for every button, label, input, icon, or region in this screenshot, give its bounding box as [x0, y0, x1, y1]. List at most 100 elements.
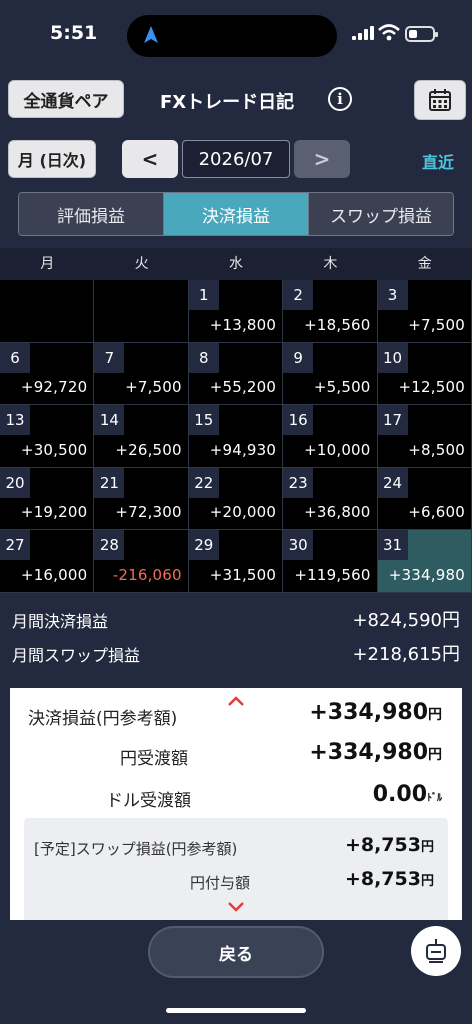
day-number: 20	[0, 467, 30, 498]
day-pnl-value: +7,500	[125, 378, 182, 396]
status-bar: 5:51	[0, 0, 472, 70]
yen-grant-value: +8,753円	[344, 868, 434, 890]
calendar-day-cell[interactable]: 16 +10,000	[283, 405, 378, 468]
calendar-day-cell[interactable]: 17 +8,500	[377, 405, 472, 468]
day-pnl-value: +13,800	[209, 315, 277, 334]
day-number: 6	[0, 342, 30, 373]
tab-swap-pnl[interactable]: スワップ損益	[309, 193, 453, 235]
monthly-swap-label: 月間スワップ損益	[12, 646, 141, 665]
calendar-day-cell[interactable]: 28 -216,060	[94, 530, 189, 593]
monthly-swap-row: 月間スワップ損益 +218,615円	[0, 636, 472, 670]
day-pnl-value: +55,200	[209, 378, 277, 396]
dynamic-island	[127, 15, 337, 57]
day-pnl-value: +30,500	[20, 440, 88, 459]
day-pnl-value: +26,500	[115, 440, 182, 459]
day-number: 15	[188, 405, 219, 435]
day-number: 23	[283, 467, 314, 498]
day-number: 3	[377, 280, 408, 310]
period-button[interactable]: 月 (日次)	[8, 140, 96, 178]
weekday-thu: 木	[323, 256, 338, 272]
day-detail-panel[interactable]: 決済損益(円参考額) +334,980円 円受渡額 +334,980円 ドル受渡…	[10, 688, 462, 920]
day-pnl-value: -216,060	[112, 565, 182, 584]
day-number: 9	[283, 342, 314, 373]
day-number: 28	[94, 530, 125, 560]
calendar-day-cell[interactable]: 22 +20,000	[188, 467, 284, 530]
yen-transfer-value: +334,980円	[309, 740, 442, 765]
calendar-day-cell[interactable]: 29 +31,500	[188, 530, 284, 593]
day-pnl-value: +334,980	[388, 565, 465, 584]
tab-unrealized-pnl[interactable]: 評価損益	[19, 193, 164, 235]
calendar-day-cell[interactable]: 1 +13,800	[188, 280, 284, 343]
day-pnl-value: +94,930	[209, 440, 277, 459]
calendar-icon	[429, 89, 451, 111]
calendar-day-cell[interactable]: 8 +55,200	[188, 342, 284, 405]
tab-settlement-pnl[interactable]: 決済損益	[164, 193, 309, 235]
chat-icon	[426, 939, 446, 963]
calendar-day-cell[interactable]: 30 +119,560	[283, 530, 378, 593]
swap-label: [予定]スワップ損益(円参考額)	[34, 840, 238, 858]
calendar-day-cell[interactable]: 24 +6,600	[377, 467, 472, 530]
yen-transfer-label: 円受渡額	[120, 749, 188, 769]
page-title: FXトレード日記	[160, 92, 295, 113]
info-icon[interactable]: i	[328, 87, 352, 111]
day-number: 29	[188, 530, 219, 560]
day-number: 8	[188, 342, 219, 373]
calendar-day-cell[interactable]: 21 +72,300	[94, 467, 189, 530]
day-number: 24	[377, 467, 408, 498]
chat-button[interactable]	[411, 926, 461, 976]
prev-month-button[interactable]: <	[122, 140, 178, 178]
day-number: 21	[94, 467, 125, 498]
day-pnl-value: +31,500	[209, 565, 277, 584]
calendar-day-cell[interactable]: 10 +12,500	[377, 342, 472, 405]
screen: 5:51 全通貨ペア FXトレード日記 i 月 (日次) < 2026/07 >…	[0, 0, 472, 1024]
home-indicator	[166, 1008, 306, 1013]
yen-grant-label: 円付与額	[190, 874, 251, 892]
day-number: 2	[283, 280, 314, 310]
calendar-day-cell[interactable]: 27 +16,000	[0, 530, 95, 593]
day-pnl-value: +8,500	[408, 440, 465, 459]
calendar-day-cell[interactable]: 2 +18,560	[283, 280, 378, 343]
day-pnl-value: +92,720	[20, 378, 88, 396]
calendar-day-cell[interactable]: 23 +36,800	[283, 467, 378, 530]
day-number: 16	[283, 405, 314, 435]
day-number: 14	[94, 405, 125, 435]
day-number: 7	[94, 342, 125, 373]
calendar-day-cell[interactable]: 13 +30,500	[0, 405, 95, 468]
day-pnl-value: +5,500	[313, 378, 371, 396]
day-number: 30	[283, 530, 314, 560]
signal-icon	[352, 26, 374, 40]
battery-icon	[405, 26, 438, 42]
day-pnl-value: +119,560	[294, 565, 371, 584]
weekday-mon: 月	[40, 256, 55, 272]
calendar-day-cell[interactable]: 7 +7,500	[94, 342, 189, 405]
day-number: 1	[188, 280, 219, 310]
day-pnl-value: +16,000	[20, 565, 88, 584]
yen-transfer-row: 円受渡額 +334,980円	[10, 740, 462, 776]
status-time: 5:51	[50, 22, 98, 44]
settlement-value: +334,980円	[309, 700, 442, 725]
next-month-button[interactable]: >	[294, 140, 350, 178]
monthly-settlement-label: 月間決済損益	[12, 612, 109, 631]
day-pnl-value: +10,000	[304, 440, 371, 459]
calendar-day-cell[interactable]: 3 +7,500	[377, 280, 472, 343]
calendar-day-cell[interactable]: 6 +92,720	[0, 342, 95, 405]
calendar-empty-cell	[94, 280, 189, 343]
calendar-empty-cell	[0, 280, 95, 343]
recent-link[interactable]: 直近	[422, 149, 454, 173]
calendar-day-cell[interactable]: 9 +5,500	[283, 342, 378, 405]
calendar-button[interactable]	[414, 80, 466, 120]
settlement-label: 決済損益(円参考額)	[28, 709, 178, 729]
calendar-day-cell[interactable]: 20 +19,200	[0, 467, 95, 530]
chevron-down-icon[interactable]	[228, 902, 244, 912]
location-arrow-icon	[144, 26, 158, 43]
day-pnl-value: +72,300	[115, 503, 182, 521]
calendar-day-cell[interactable]: 31 +334,980	[377, 530, 472, 593]
wifi-icon	[378, 24, 400, 41]
date-display[interactable]: 2026/07	[182, 140, 290, 178]
calendar-day-cell[interactable]: 15 +94,930	[188, 405, 284, 468]
currency-pair-button[interactable]: 全通貨ペア	[8, 80, 124, 118]
day-number: 31	[377, 530, 408, 560]
back-button[interactable]: 戻る	[148, 926, 324, 978]
monthly-swap-value: +218,615円	[352, 644, 460, 665]
calendar-day-cell[interactable]: 14 +26,500	[94, 405, 189, 468]
